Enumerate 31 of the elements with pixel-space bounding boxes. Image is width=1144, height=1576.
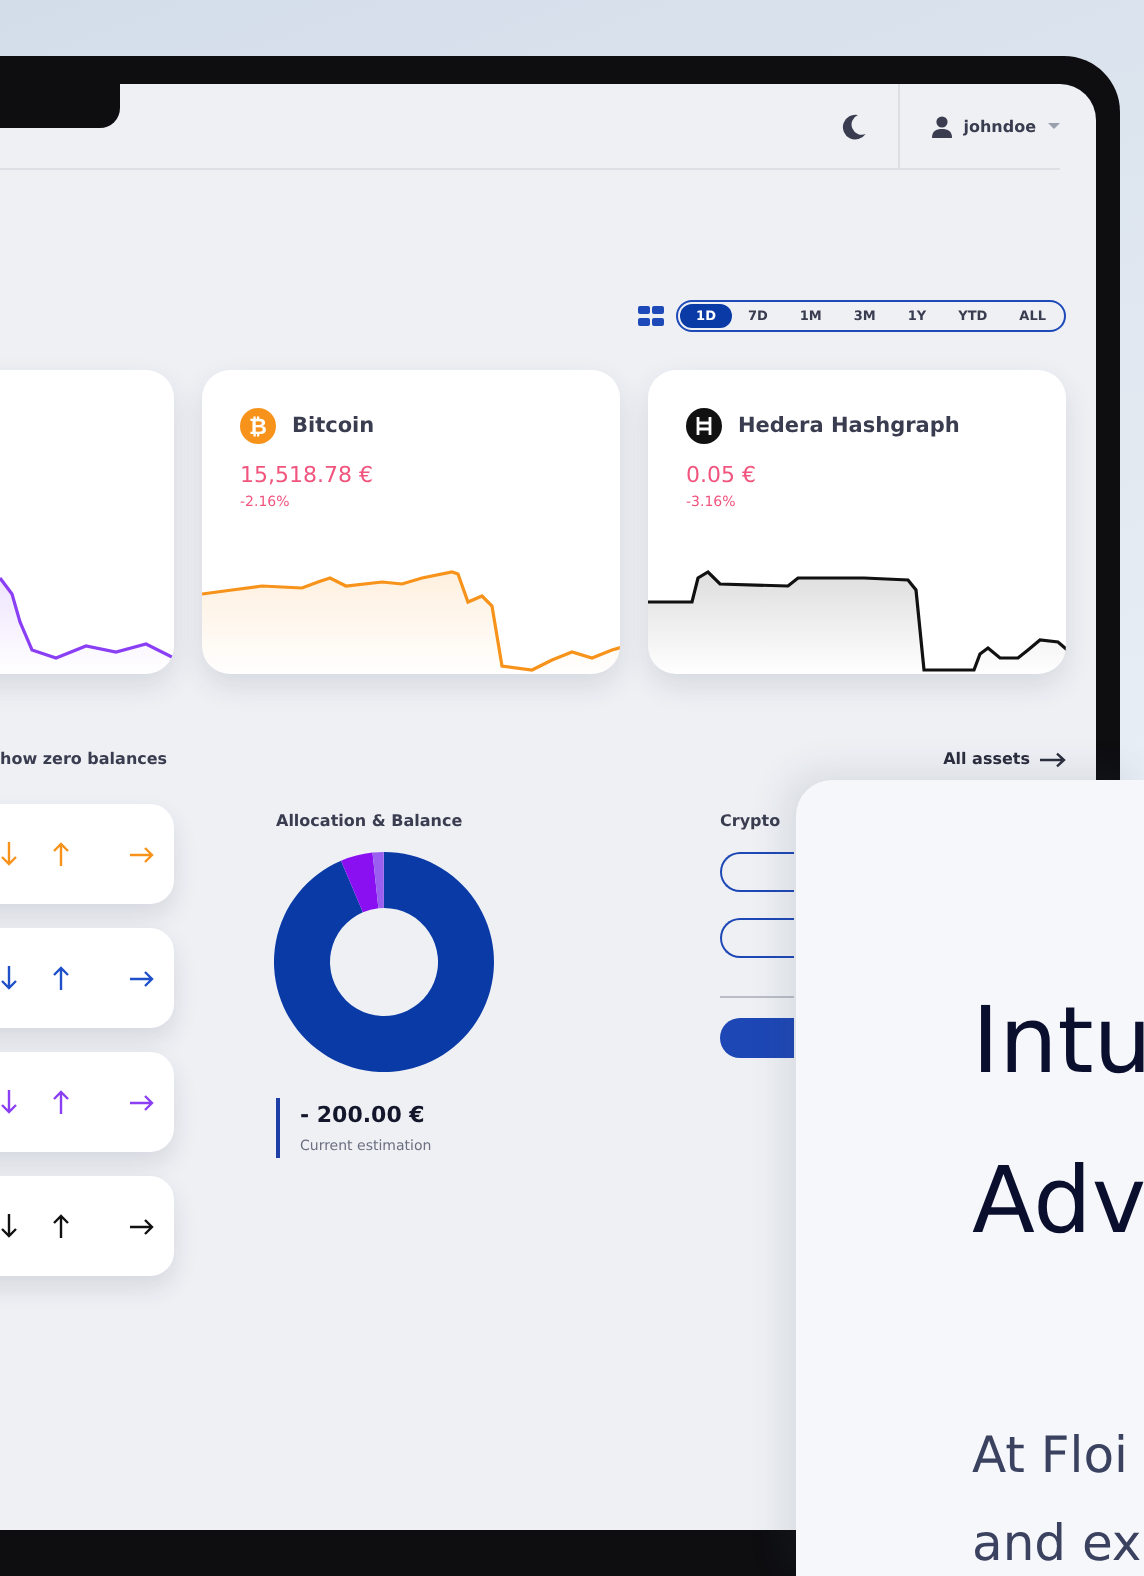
user-icon bbox=[931, 115, 952, 137]
coin-icon: ₿ bbox=[240, 408, 276, 444]
zero-balances-toggle-label[interactable]: how zero balances bbox=[0, 750, 168, 768]
all-assets-link[interactable]: All assets bbox=[943, 750, 1066, 768]
promo-heading-line: Intu bbox=[972, 984, 1144, 1098]
caret-icon bbox=[1048, 122, 1060, 130]
promo-text-line: At Floi bbox=[972, 1426, 1130, 1486]
arrow-right-icon bbox=[1040, 751, 1066, 767]
balance-amount: - 200.00 € bbox=[300, 1102, 427, 1128]
section-title: Allocation & Balance bbox=[276, 812, 465, 830]
user-name: johndoe bbox=[963, 117, 1036, 135]
outlined-button[interactable] bbox=[720, 852, 794, 892]
coin-price: 0.05 € bbox=[686, 462, 758, 488]
arrow-down-icon[interactable] bbox=[0, 966, 18, 990]
coin-name: Hedera Hashgraph bbox=[738, 414, 960, 438]
section-title: Crypto bbox=[720, 812, 783, 830]
promo-heading-line: Adv bbox=[972, 1144, 1144, 1258]
grid-view-icon[interactable] bbox=[638, 305, 665, 325]
coin-name: Bitcoin bbox=[292, 414, 375, 438]
dark-mode-moon-icon[interactable] bbox=[841, 113, 866, 139]
hedera-logo-icon bbox=[686, 408, 722, 444]
promo-text-line: and ex bbox=[972, 1514, 1144, 1574]
arrow-up-icon[interactable] bbox=[52, 966, 70, 990]
coin-price: 15,518.78 € bbox=[240, 462, 375, 488]
arrow-right-icon[interactable] bbox=[130, 1217, 154, 1235]
outlined-button[interactable] bbox=[720, 918, 794, 958]
arrow-right-icon[interactable] bbox=[130, 969, 154, 987]
filled-button[interactable] bbox=[720, 1018, 794, 1058]
user-menu[interactable]: johndoe bbox=[897, 84, 1060, 168]
arrow-up-icon[interactable] bbox=[52, 1214, 70, 1238]
arrow-down-icon[interactable] bbox=[0, 1214, 18, 1238]
